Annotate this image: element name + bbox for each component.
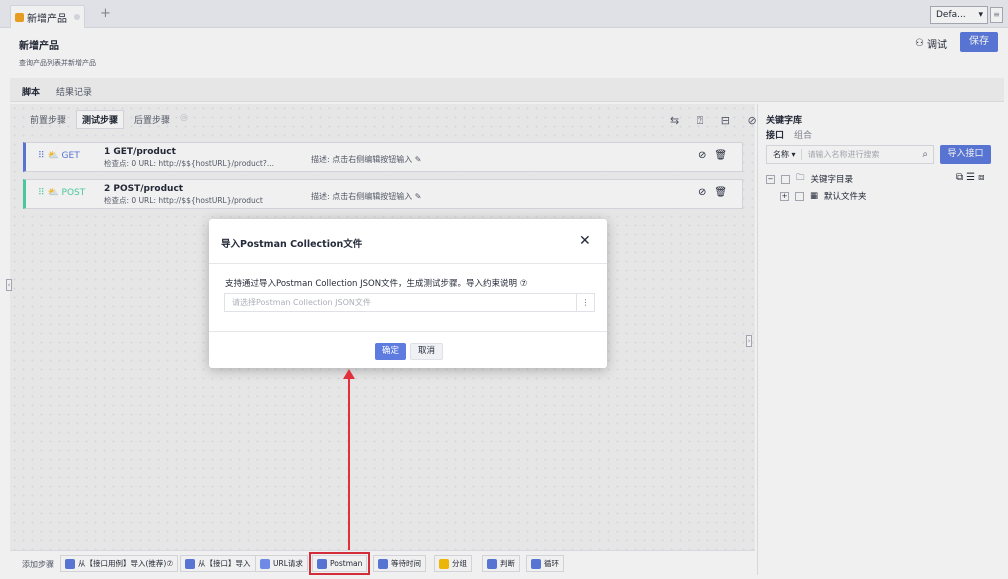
condition-icon — [487, 558, 497, 569]
tree-actions[interactable]: ⧉☰⧈ — [956, 172, 987, 183]
expand-icon[interactable]: + — [780, 191, 789, 201]
step-description[interactable]: 描述: 点击右侧编辑按钮输入 ✎ — [311, 191, 422, 202]
environment-select[interactable]: Defa... ▾ — [930, 6, 988, 24]
tree-child[interactable]: + ▦ 默认文件夹 — [780, 190, 867, 202]
import-from-case-button[interactable]: 从【接口用例】导入(推荐)⑦ — [60, 555, 179, 572]
step-method: ⠿ ⛅ POST — [38, 188, 86, 198]
tree-child-label: 默认文件夹 — [824, 192, 867, 202]
postman-icon — [317, 558, 327, 569]
ok-button[interactable]: 确定 — [375, 343, 406, 360]
tab-test-steps[interactable]: 测试步骤 — [76, 110, 125, 129]
file-select-input[interactable]: 请选择Postman Collection JSON文件 ⋮ — [224, 293, 595, 312]
keyword-search[interactable]: 名称 ▾ 请输入名称进行搜索 ⌕ — [766, 145, 934, 164]
search-input[interactable]: 请输入名称进行搜索 — [808, 149, 880, 160]
step-item-post[interactable]: ⠿ ⛅ POST 2 POST/product 检查点: 0 URL: http… — [23, 179, 743, 209]
dialog-title: 导入Postman Collection文件 — [221, 239, 363, 250]
clock-icon — [378, 558, 388, 569]
subtab-bar: 脚本 结果记录 — [10, 78, 1004, 102]
checkbox[interactable] — [781, 174, 790, 184]
group-icon — [439, 558, 449, 569]
search-field-select[interactable]: 名称 ▾ — [773, 149, 802, 160]
collapse-right-handle[interactable]: › — [746, 335, 752, 347]
step-info: 检查点: 0 URL: http://$${hostURL}/product — [104, 196, 263, 205]
import-postman-dialog: 导入Postman Collection文件 ✕ 支持通过导入Postman C… — [209, 219, 607, 368]
add-step-label: 添加步骤 — [22, 560, 54, 569]
import-icon — [185, 558, 195, 569]
step-actions[interactable]: ⊘🗑 — [698, 187, 735, 198]
add-tab-button[interactable]: + — [100, 6, 111, 21]
environment-value: Defa... — [936, 10, 966, 20]
divider — [209, 331, 607, 332]
group-button[interactable]: 分组 — [434, 555, 472, 572]
filter-button[interactable]: ≡ — [990, 7, 1003, 23]
import-interface-button[interactable]: 导入接口 — [940, 145, 991, 164]
close-icon[interactable]: ✕ — [579, 233, 591, 249]
dialog-description: 支持通过导入Postman Collection JSON文件，生成测试步骤。导… — [225, 279, 528, 289]
folder-icon: 🗀 — [796, 173, 805, 183]
tab-new-product[interactable]: 新增产品 — [10, 5, 85, 28]
info-icon: ◎ — [180, 113, 188, 123]
page-subtitle: 查询产品列表并新增产品 — [19, 59, 96, 67]
annotation-arrow — [348, 372, 350, 550]
keyword-panel: 关键字库 接口 组合 名称 ▾ 请输入名称进行搜索 ⌕ 导入接口 − 🗀 关键字… — [757, 104, 1004, 575]
file-placeholder: 请选择Postman Collection JSON文件 — [232, 298, 371, 307]
step-item-get[interactable]: ⠿ ⛅ GET 1 GET/product 检查点: 0 URL: http:/… — [23, 142, 743, 172]
browse-icon[interactable]: ⋮ — [576, 294, 594, 311]
step-actions[interactable]: ⊘🗑 — [698, 150, 735, 161]
debug-label: 调试 — [926, 40, 947, 51]
file-icon — [15, 12, 24, 22]
tab-pre-steps[interactable]: 前置步骤 — [30, 113, 66, 126]
checkbox[interactable] — [795, 191, 804, 201]
tab-status-icon — [74, 14, 80, 20]
tab-bar: 新增产品 + Defa... ▾ ≡ — [0, 0, 1008, 28]
condition-button[interactable]: 判断 — [482, 555, 520, 572]
url-request-button[interactable]: URL请求 — [255, 555, 308, 572]
loop-button[interactable]: 循环 — [526, 555, 564, 572]
keyword-tabs: 接口 组合 — [766, 128, 812, 141]
step-description[interactable]: 描述: 点击右侧编辑按钮输入 ✎ — [311, 154, 422, 165]
save-button[interactable]: 保存 — [960, 32, 998, 52]
wait-time-button[interactable]: 等待时间 — [373, 555, 426, 572]
tab-results[interactable]: 结果记录 — [56, 85, 92, 98]
folder-icon: ▦ — [810, 191, 819, 201]
import-icon — [65, 558, 75, 569]
tab-combo[interactable]: 组合 — [794, 128, 812, 141]
search-icon[interactable]: ⌕ — [922, 149, 928, 160]
collapse-icon[interactable]: − — [766, 174, 775, 184]
step-name: 1 GET/product — [104, 147, 176, 157]
tab-post-steps[interactable]: 后置步骤 — [134, 113, 170, 126]
chevron-down-icon: ▾ — [978, 10, 983, 20]
keyword-title: 关键字库 — [766, 116, 803, 126]
debug-button[interactable]: ⚇ 调试 — [915, 36, 947, 51]
cancel-button[interactable]: 取消 — [410, 343, 443, 360]
add-step-bar: 添加步骤 从【接口用例】导入(推荐)⑦ 从【接口】导入 URL请求 Postma… — [10, 550, 755, 575]
step-name: 2 POST/product — [104, 184, 184, 194]
tab-script[interactable]: 脚本 — [22, 85, 40, 98]
step-info: 检查点: 0 URL: http://$${hostURL}/product?.… — [104, 159, 274, 168]
collapse-left-handle[interactable]: ‹ — [6, 279, 12, 291]
import-from-interface-button[interactable]: 从【接口】导入 — [180, 555, 256, 572]
tree-root[interactable]: − 🗀 关键字目录 — [766, 172, 853, 186]
loop-icon — [531, 558, 541, 569]
url-icon — [260, 558, 270, 569]
tree-root-label: 关键字目录 — [810, 175, 854, 185]
page-title: 新增产品 — [19, 41, 59, 52]
step-method: ⠿ ⛅ GET — [38, 151, 80, 161]
debug-icon: ⚇ — [915, 38, 924, 49]
postman-button[interactable]: Postman — [308, 552, 371, 575]
tab-label: 新增产品 — [27, 13, 67, 25]
divider — [209, 263, 607, 264]
tab-interface[interactable]: 接口 — [766, 128, 784, 141]
